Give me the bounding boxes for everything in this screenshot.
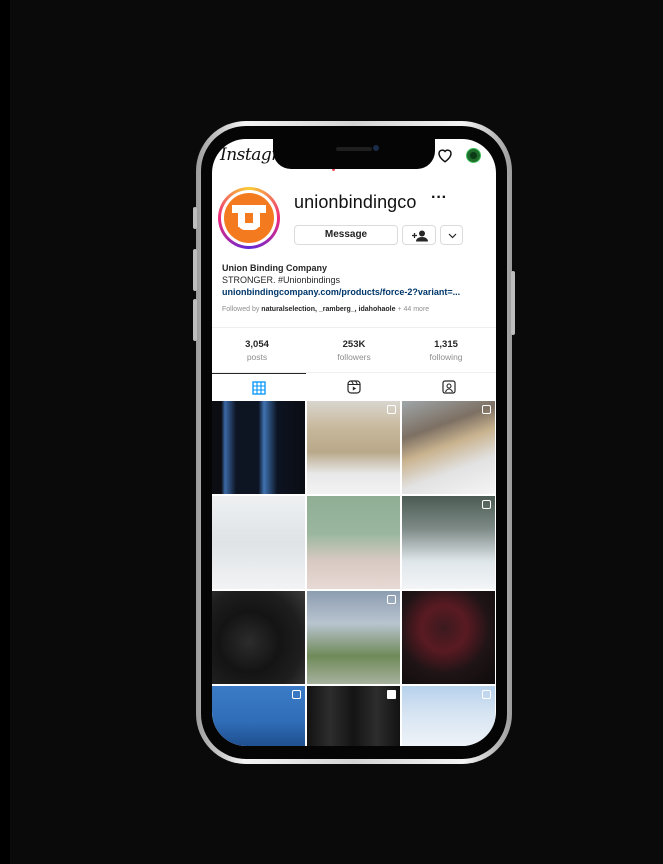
more-options-icon[interactable]: ··· <box>431 189 447 207</box>
reel-icon <box>387 595 396 604</box>
followed-by-more: + 44 more <box>395 306 430 313</box>
profile-tabs <box>212 372 496 401</box>
grid-post[interactable] <box>212 496 305 589</box>
reel-icon <box>387 405 396 414</box>
background: Instagram unionbindingco ··· Message Uni… <box>10 0 663 864</box>
union-logo-icon <box>224 193 274 243</box>
grid-post[interactable] <box>402 591 495 684</box>
follow-button[interactable] <box>402 225 436 245</box>
add-user-icon <box>412 230 428 242</box>
grid-icon <box>252 381 266 395</box>
grid-post[interactable] <box>307 401 400 494</box>
grid-post[interactable] <box>402 686 495 746</box>
tab-posts[interactable] <box>212 373 306 402</box>
reels-icon <box>347 380 361 394</box>
bio-name: Union Binding Company <box>222 263 327 273</box>
followed-by-names: naturalselection, _ramberg_, idahohaole <box>261 306 396 313</box>
grid-post[interactable] <box>307 591 400 684</box>
stat-followers-label: followers <box>337 352 371 362</box>
bio-tagline: STRONGER. #Unionbindings <box>222 275 341 285</box>
grid-post[interactable] <box>402 401 495 494</box>
instagram-screen: Instagram unionbindingco ··· Message Uni… <box>212 139 496 746</box>
reel-icon <box>292 690 301 699</box>
phone-frame: Instagram unionbindingco ··· Message Uni… <box>193 121 515 764</box>
stat-following-label: following <box>429 352 463 362</box>
profile-avatar[interactable] <box>218 187 280 249</box>
stat-posts-label: posts <box>246 352 268 362</box>
stat-followers[interactable]: 253K followers <box>319 339 389 362</box>
profile-username: unionbindingco <box>294 192 417 212</box>
power-button <box>511 271 515 335</box>
carousel-icon <box>387 690 396 699</box>
message-button[interactable]: Message <box>294 225 398 245</box>
grid-post[interactable] <box>402 496 495 589</box>
stat-followers-value: 253K <box>342 339 366 350</box>
reel-icon <box>482 690 491 699</box>
suggested-button[interactable] <box>440 225 463 245</box>
stat-following[interactable]: 1,315 following <box>411 339 481 362</box>
grid-post[interactable] <box>307 686 400 746</box>
posts-grid <box>212 401 496 746</box>
followed-by-prefix: Followed by <box>222 306 262 313</box>
front-camera <box>373 145 379 151</box>
tab-tagged[interactable] <box>402 373 496 401</box>
account-avatar-icon[interactable] <box>466 148 481 163</box>
grid-post[interactable] <box>212 686 305 746</box>
heart-icon[interactable] <box>436 146 454 164</box>
reel-icon <box>482 405 491 414</box>
tagged-icon <box>442 380 456 394</box>
stat-following-value: 1,315 <box>434 339 458 350</box>
mute-switch <box>193 207 197 229</box>
chevron-down-icon <box>448 233 457 239</box>
divider <box>212 327 496 328</box>
followed-by[interactable]: Followed by naturalselection, _ramberg_,… <box>222 306 429 313</box>
speaker-grille <box>336 147 372 151</box>
reel-icon <box>482 500 491 509</box>
bio-link[interactable]: unionbindingcompany.com/products/force-2… <box>222 287 460 297</box>
grid-post[interactable] <box>307 496 400 589</box>
tab-reels[interactable] <box>307 373 401 401</box>
volume-down-button <box>193 299 197 341</box>
volume-up-button <box>193 249 197 291</box>
phone-notch <box>273 139 435 169</box>
grid-post[interactable] <box>212 591 305 684</box>
grid-post[interactable] <box>212 401 305 494</box>
stat-posts-value: 3,054 <box>245 339 269 350</box>
stat-posts[interactable]: 3,054 posts <box>222 339 292 362</box>
